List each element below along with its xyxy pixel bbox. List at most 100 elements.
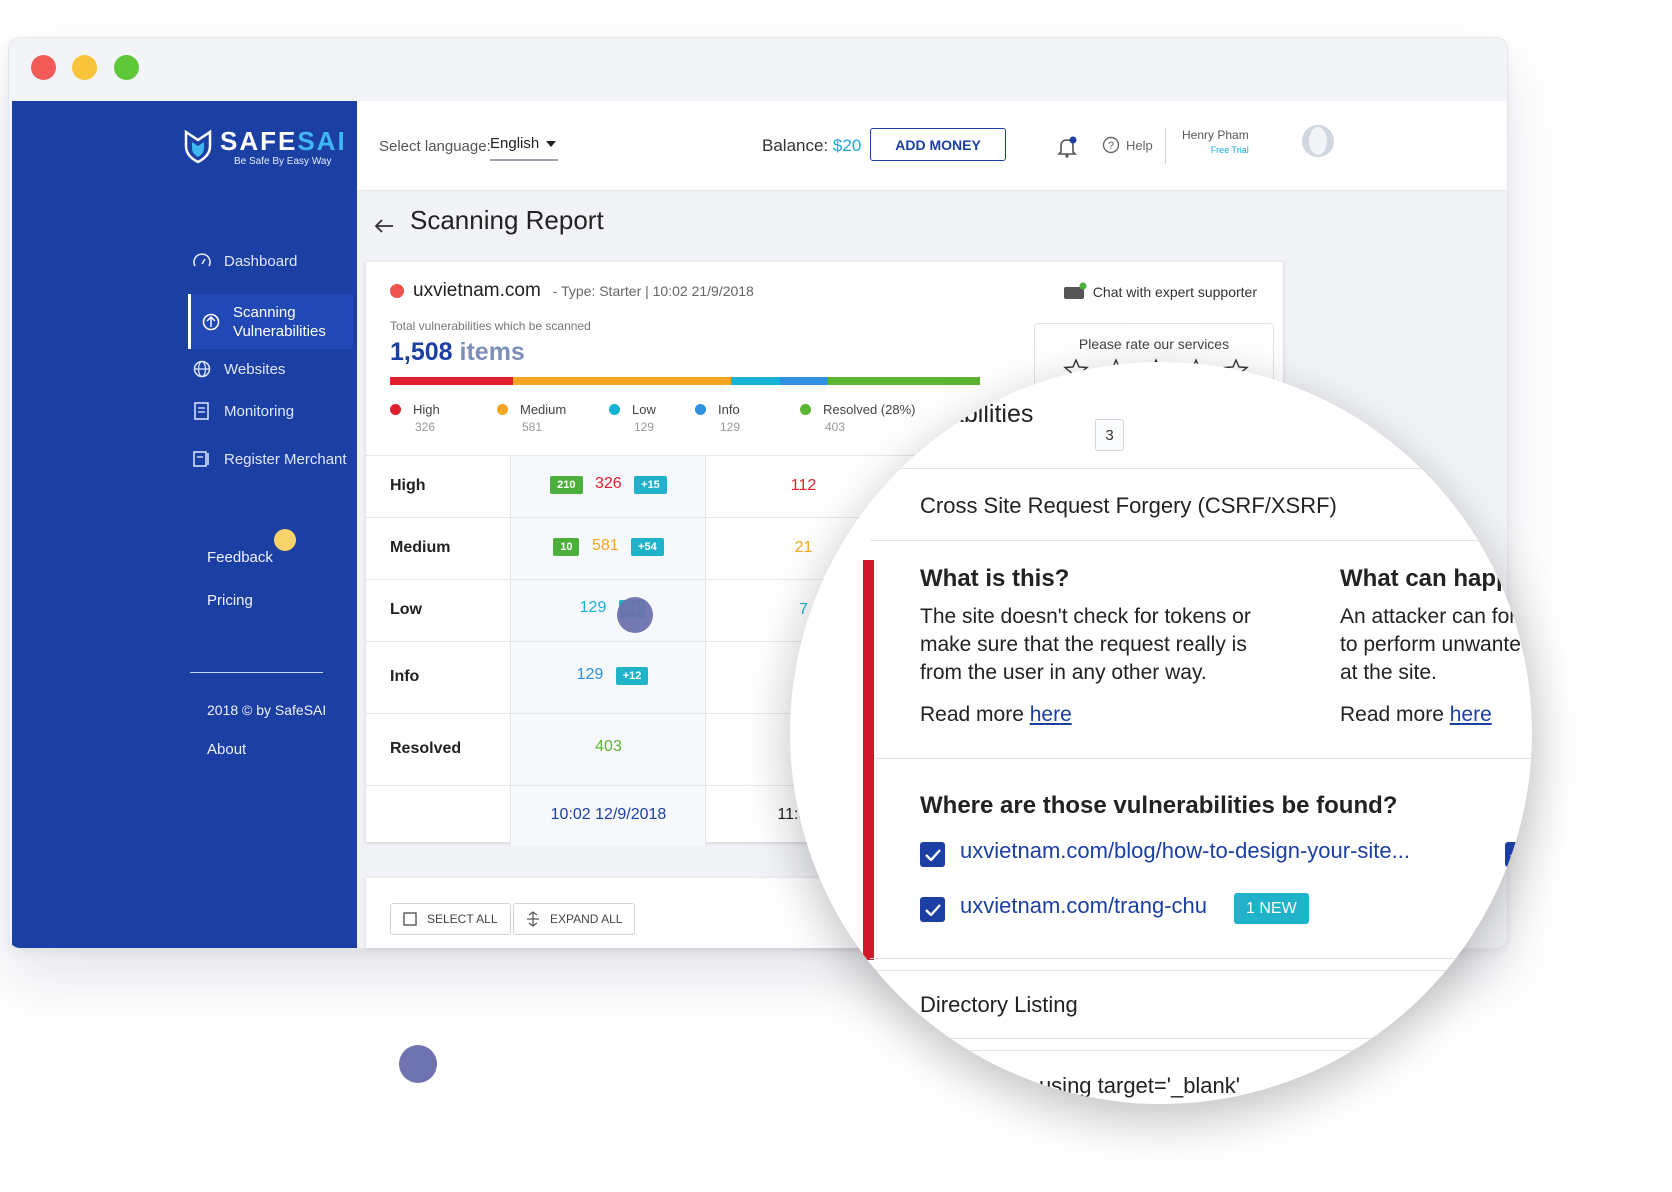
sidebar-link-pricing[interactable]: Pricing: [207, 592, 253, 609]
legend-label: Low: [632, 402, 656, 417]
chevron-down-icon: [546, 141, 556, 147]
magnifier-lens: abilities 3 Cross Site Request Forgery (…: [790, 362, 1532, 1104]
close-window-button[interactable]: [31, 55, 56, 80]
row-value: 581: [591, 537, 619, 554]
found-url[interactable]: uxvietnam.com/blog/how-to-design-your-si…: [960, 838, 1410, 864]
total-count: 1,508 items: [390, 338, 525, 366]
legend-dot: [695, 404, 706, 415]
vuln-title-directory-listing[interactable]: Directory Listing: [920, 992, 1078, 1018]
bell-icon[interactable]: [1057, 136, 1077, 158]
logo[interactable]: SAFESAI Be Safe By Easy Way: [182, 126, 352, 167]
rule: [875, 758, 1532, 759]
sidebar-link-about[interactable]: About: [207, 741, 246, 758]
url-checkbox[interactable]: [1505, 842, 1530, 867]
back-arrow-icon[interactable]: [374, 218, 394, 234]
sidebar-item-label: Register Merchant: [224, 450, 347, 468]
total-label: Total vulnerabilities which be scanned: [390, 319, 591, 333]
legend-count: 129: [634, 420, 655, 434]
scan-date-cell: 10:02 12/9/2018: [510, 786, 705, 846]
legend-dot: [609, 404, 620, 415]
sidebar-item-websites[interactable]: Websites: [192, 359, 285, 379]
scan-date-a: 10:02 12/9/2018: [550, 806, 667, 823]
language-select[interactable]: English: [490, 135, 558, 161]
rule: [870, 540, 1532, 541]
sidebar-item-label: Websites: [224, 360, 286, 378]
expand-triangle-icon[interactable]: [900, 1000, 907, 1012]
chat-icon: [1063, 282, 1087, 299]
svg-text:?: ?: [1108, 140, 1114, 152]
user-info[interactable]: Henry Pham Free Trial: [1182, 128, 1249, 155]
row-label: Medium: [390, 539, 451, 556]
brand-tagline: Be Safe By Easy Way: [234, 156, 332, 167]
url-checkbox[interactable]: [920, 842, 945, 867]
rule: [870, 1050, 1532, 1051]
title-bar: [9, 38, 1507, 101]
what-is-this-title: What is this?: [920, 565, 1070, 592]
current-scan-cell: 403: [510, 714, 705, 786]
legend-count: 581: [522, 420, 543, 434]
user-name: Henry Pham: [1182, 128, 1249, 142]
balance-amount: $20: [832, 136, 862, 155]
vuln-title-external-links[interactable]: nal Links using target='_blank': [946, 1073, 1240, 1099]
row-value: 129: [576, 666, 604, 683]
row-value: 326: [594, 475, 622, 492]
avatar[interactable]: [1302, 125, 1334, 157]
rule: [870, 1038, 1532, 1039]
topbar-separator: [1165, 128, 1166, 164]
monitoring-icon: [194, 402, 209, 420]
legend-item: High 326: [390, 402, 440, 434]
decorative-dot: [399, 1045, 437, 1083]
row-value: 129: [579, 599, 607, 616]
sidebar-item-scanning-vulnerabilities[interactable]: Scanning Vulnerabilities: [188, 294, 353, 349]
row-label: Resolved: [390, 740, 462, 757]
read-more-link[interactable]: here: [1450, 703, 1492, 726]
rule: [900, 468, 1532, 469]
legend-count: 129: [720, 420, 741, 434]
row-label: Info: [390, 668, 420, 685]
user-avatar-icon: [1309, 127, 1327, 155]
what-can-happen-text: An attacker can force a to perform unwan…: [1340, 605, 1532, 684]
legend-item: Medium 581: [497, 402, 566, 434]
add-money-button[interactable]: ADD MONEY: [870, 128, 1006, 161]
expand-icon: [527, 911, 539, 927]
chat-expert-link[interactable]: Chat with expert supporter: [1063, 282, 1257, 302]
sidebar-item-register-merchant[interactable]: Register Merchant: [192, 449, 347, 469]
dashboard-icon: [193, 253, 211, 267]
severity-bar-segment: [390, 377, 513, 385]
row-label: Low: [390, 601, 422, 618]
fixed-count-tag: 10: [553, 538, 580, 556]
error-status-icon: [390, 284, 404, 298]
current-scan-cell: 10 581 +54: [510, 518, 705, 580]
sidebar-item-dashboard[interactable]: Dashboard: [192, 251, 297, 271]
rule: [870, 970, 1532, 971]
sidebar-item-monitoring[interactable]: Monitoring: [192, 401, 294, 421]
legend-dot: [390, 404, 401, 415]
user-plan: Free Trial: [1210, 145, 1249, 155]
legend-label: High: [413, 402, 440, 417]
expand-all-button[interactable]: EXPAND ALL: [513, 903, 636, 935]
vuln-title-csrf[interactable]: Cross Site Request Forgery (CSRF/XSRF): [920, 493, 1337, 519]
scan-icon: [202, 313, 220, 330]
url-checkbox[interactable]: [1505, 897, 1530, 922]
minimize-window-button[interactable]: [72, 55, 97, 80]
url-checkbox[interactable]: [920, 897, 945, 922]
sidebar-divider: [190, 672, 323, 673]
found-url[interactable]: uxvietnam.com/trang-chu: [960, 893, 1207, 919]
top-bar: Select language: English Balance: $20 AD…: [357, 101, 1507, 191]
help-link[interactable]: ? Help: [1102, 136, 1153, 154]
select-all-button[interactable]: SELECT ALL: [390, 903, 511, 935]
happen-read-more: Read more here: [1340, 703, 1492, 726]
legend-label: Medium: [520, 402, 567, 417]
legend-item: Low 129: [609, 402, 656, 434]
language-label: Select language:: [379, 138, 491, 155]
vulnerabilities-heading: abilities: [950, 400, 1034, 428]
vulnerability-count-badge: 3: [1095, 419, 1124, 451]
maximize-window-button[interactable]: [114, 55, 139, 80]
legend-dot: [497, 404, 508, 415]
check-icon: [1509, 903, 1526, 916]
what-can-happen-title: What can happen?: [1340, 565, 1532, 592]
what-is-this-text: The site doesn't check for tokens or mak…: [920, 605, 1251, 684]
severity-bar-segment: [731, 377, 780, 385]
sidebar-link-feedback[interactable]: Feedback: [207, 549, 273, 566]
read-more-link[interactable]: here: [1030, 703, 1072, 726]
